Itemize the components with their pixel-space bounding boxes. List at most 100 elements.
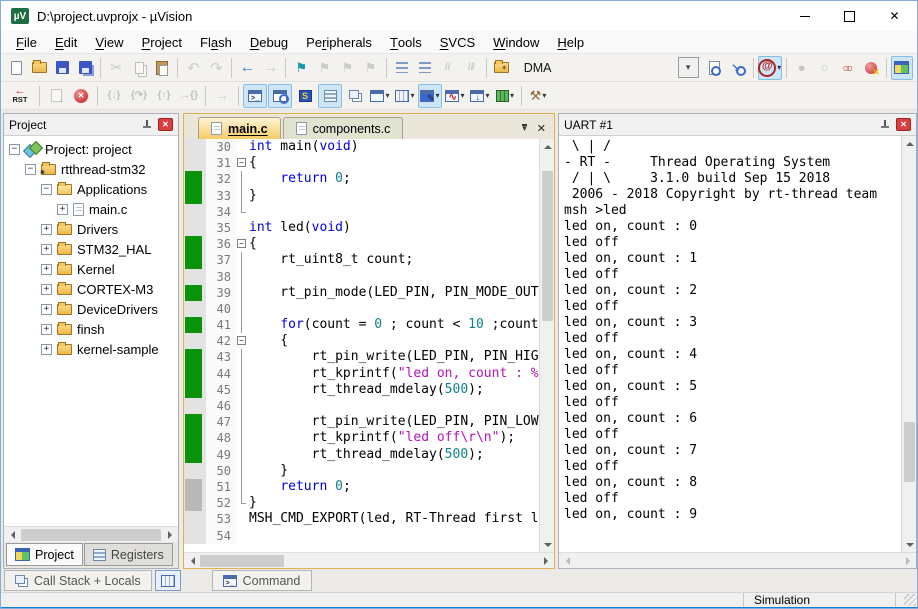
menu-peripherals[interactable]: Peripherals <box>297 31 381 53</box>
menu-tools[interactable]: Tools <box>381 31 431 53</box>
tree-item-stm32-hal[interactable]: +STM32_HAL <box>4 239 178 259</box>
fold-collapse-icon[interactable] <box>237 239 246 248</box>
disable-all-breakpoints-button[interactable] <box>837 56 859 80</box>
code-text[interactable] <box>249 204 539 220</box>
save-all-button[interactable] <box>74 56 96 80</box>
editor-tab-components-c[interactable]: components.c <box>283 117 404 139</box>
memory-window-button[interactable] <box>393 84 417 108</box>
menu-svcs[interactable]: SVCS <box>431 31 484 53</box>
code-text[interactable]: } <box>249 463 539 479</box>
editor-tab-main-c[interactable]: main.c <box>198 117 281 139</box>
tree-expander-icon[interactable]: + <box>41 324 52 335</box>
menu-view[interactable]: View <box>86 31 132 53</box>
disassembly-window-button[interactable] <box>268 84 292 108</box>
tree-expander-icon[interactable]: − <box>9 144 20 155</box>
navigate-back-button[interactable] <box>236 56 258 80</box>
dropdown-caret-icon[interactable] <box>435 91 439 100</box>
step-out-button[interactable] <box>152 84 176 108</box>
prev-bookmark-button[interactable] <box>336 56 358 80</box>
run-to-line-button[interactable] <box>177 84 201 108</box>
tree-expander-icon[interactable]: + <box>41 244 52 255</box>
editor-hscrollbar[interactable] <box>184 552 554 568</box>
code-text[interactable]: rt_pin_write(LED_PIN, PIN_LOW); <box>249 414 539 430</box>
menu-debug[interactable]: Debug <box>241 31 297 53</box>
scroll-right-icon[interactable] <box>538 554 554 568</box>
code-text[interactable]: int main(void) <box>249 139 539 155</box>
menu-file[interactable]: File <box>7 31 46 53</box>
code-text[interactable]: rt_pin_write(LED_PIN, PIN_HIGH); <box>249 349 539 365</box>
pin-icon[interactable] <box>143 119 152 130</box>
code-text[interactable]: int led(void) <box>249 220 539 236</box>
fold-collapse-icon[interactable] <box>237 336 246 345</box>
scroll-thumb[interactable] <box>542 171 553 321</box>
tree-expander-icon[interactable]: + <box>41 264 52 275</box>
run-button[interactable] <box>44 84 68 108</box>
scroll-thumb[interactable] <box>904 422 915 482</box>
project-hscrollbar[interactable] <box>4 526 178 542</box>
serial-window-button[interactable] <box>418 84 442 108</box>
save-button[interactable] <box>51 56 73 80</box>
find-in-files-button[interactable] <box>491 56 513 80</box>
menu-flash[interactable]: Flash <box>191 31 241 53</box>
maximize-button[interactable] <box>827 1 872 31</box>
dropdown-caret-icon[interactable] <box>410 91 414 100</box>
command-window-button[interactable] <box>243 84 267 108</box>
code-editor[interactable]: 30int main(void)31{32 return 0;33}3435in… <box>184 139 539 552</box>
menu-project[interactable]: Project <box>133 31 191 53</box>
dropdown-caret-icon[interactable] <box>777 63 781 72</box>
minimize-button[interactable] <box>782 1 827 31</box>
tree-item-applications[interactable]: −Applications <box>4 179 178 199</box>
code-text[interactable] <box>249 528 539 544</box>
unindent-button[interactable] <box>414 56 436 80</box>
editor-vscrollbar[interactable] <box>539 139 554 552</box>
resize-grip[interactable] <box>904 594 916 606</box>
search-scope-button[interactable] <box>758 56 782 80</box>
configure-windows-button[interactable] <box>891 56 913 80</box>
code-text[interactable]: return 0; <box>249 171 539 187</box>
code-text[interactable] <box>249 269 539 285</box>
code-text[interactable]: MSH_CMD_EXPORT(led, RT-Thread first led … <box>249 511 539 527</box>
tree-item-devicedrivers[interactable]: +DeviceDrivers <box>4 299 178 319</box>
call-stack-window-button[interactable] <box>343 84 367 108</box>
tree-item-project-project[interactable]: −Project: project <box>4 139 178 159</box>
uncomment-button[interactable] <box>460 56 482 80</box>
combo-dropdown-icon[interactable] <box>678 57 699 78</box>
code-text[interactable]: rt_thread_mdelay(500); <box>249 382 539 398</box>
code-text[interactable] <box>249 301 539 317</box>
undo-button[interactable] <box>182 56 204 80</box>
code-text[interactable]: rt_uint8_t count; <box>249 252 539 268</box>
close-panel-icon[interactable] <box>158 118 173 131</box>
comment-button[interactable] <box>437 56 459 80</box>
scroll-left-icon[interactable] <box>4 528 20 542</box>
kill-all-breakpoints-button[interactable] <box>860 56 882 80</box>
menu-edit[interactable]: Edit <box>46 31 86 53</box>
system-viewer-button[interactable] <box>493 84 517 108</box>
trace-window-button[interactable] <box>468 84 492 108</box>
tab-call-stack-locals[interactable]: Call Stack + Locals <box>4 570 152 591</box>
tree-expander-icon[interactable]: − <box>25 164 36 175</box>
scroll-thumb[interactable] <box>200 555 284 567</box>
stop-button[interactable] <box>69 84 93 108</box>
clear-bookmarks-button[interactable] <box>360 56 382 80</box>
tree-expander-icon[interactable]: − <box>41 184 52 195</box>
analysis-window-button[interactable] <box>443 84 467 108</box>
scroll-left-icon[interactable] <box>184 554 200 568</box>
search-combo[interactable]: DMA <box>518 57 699 79</box>
code-text[interactable] <box>249 398 539 414</box>
code-text[interactable]: for(count = 0 ; count < 10 ;count++) <box>249 317 539 333</box>
open-file-button[interactable] <box>28 56 50 80</box>
dropdown-caret-icon[interactable] <box>510 91 514 100</box>
show-next-statement-button[interactable] <box>210 84 234 108</box>
tab-command[interactable]: Command <box>212 570 312 591</box>
tab-list-icon[interactable] <box>522 124 527 131</box>
menu-window[interactable]: Window <box>484 31 548 53</box>
indent-button[interactable] <box>390 56 412 80</box>
code-text[interactable]: { <box>249 155 539 171</box>
code-text[interactable]: rt_kprintf("led on, count : %d\r\n", cou… <box>249 366 539 382</box>
close-panel-icon[interactable] <box>896 118 911 131</box>
scroll-up-icon[interactable] <box>902 136 916 150</box>
uart-vscrollbar[interactable] <box>901 136 916 552</box>
close-button[interactable] <box>872 1 917 31</box>
redo-button[interactable] <box>205 56 227 80</box>
scroll-down-icon[interactable] <box>902 538 916 552</box>
